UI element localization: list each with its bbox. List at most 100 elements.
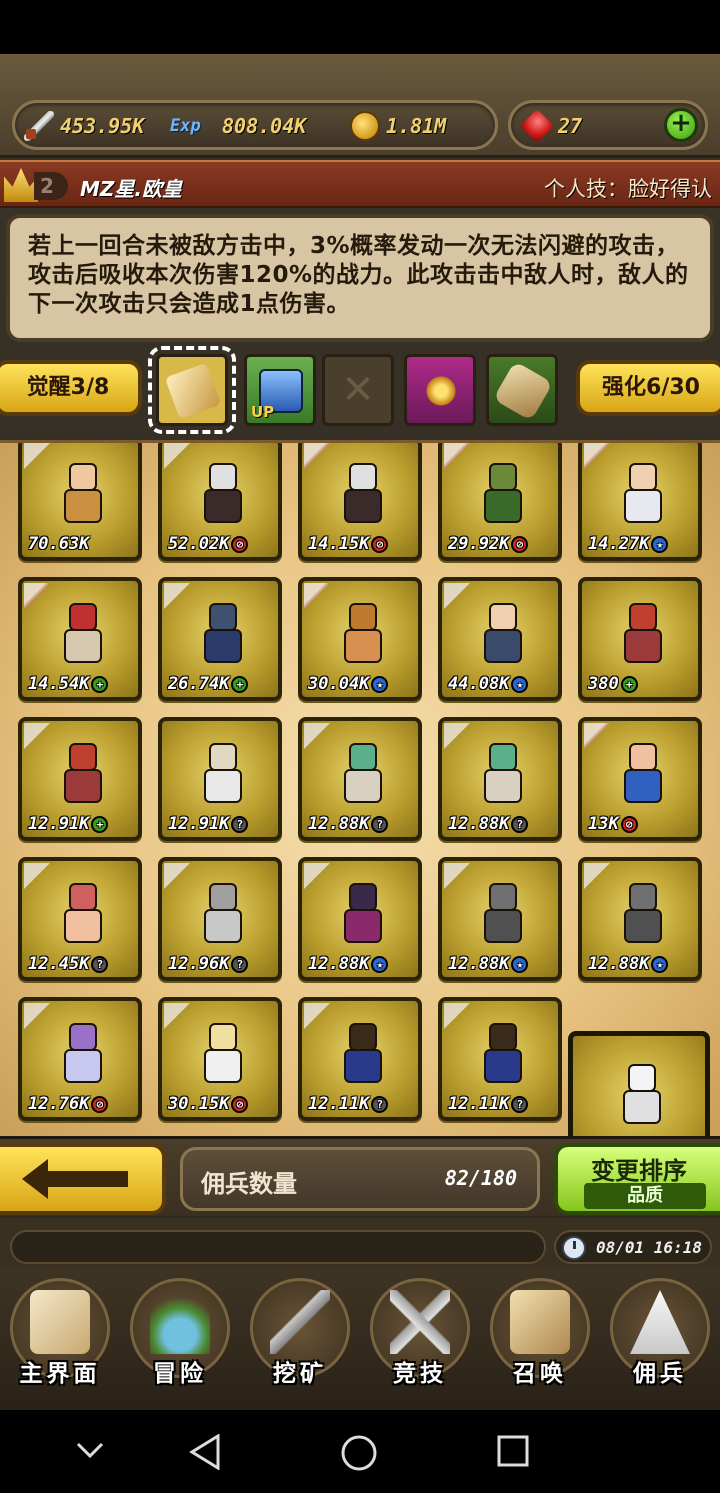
blue-badge-icon: ★ <box>651 535 669 553</box>
change-sort-button[interactable]: 变更排序 品质 <box>554 1143 720 1215</box>
mercenary-portrait <box>60 1023 106 1085</box>
class-corner-icon <box>24 863 50 889</box>
mercenary-power: 380 + <box>588 674 638 694</box>
time-display: 08/01 16:18 <box>554 1230 712 1264</box>
mercenary-card[interactable]: 13K ⊘ <box>578 717 702 841</box>
power-value: 70.63K <box>28 534 90 554</box>
portrait-body <box>344 1049 382 1083</box>
exp-value: 808.04K <box>222 114 307 138</box>
green-badge-icon: + <box>620 675 638 693</box>
skill-description: 若上一回合未被敌方击中，3%概率发动一次无法闪避的攻击，攻击后吸收本次伤害120… <box>28 233 689 317</box>
mercenary-power: 12.91K + <box>28 814 109 834</box>
mercenary-power: 12.76K ⊘ <box>28 1094 109 1114</box>
coin-icon <box>350 111 380 141</box>
portrait-body <box>624 629 662 663</box>
skill-bar: 觉醒3/8 UP ✕ 强化6/30 <box>0 344 720 440</box>
player-name: MZ星.欧皇 <box>80 177 183 201</box>
add-gems-button[interactable]: + <box>664 108 698 142</box>
green-badge-icon: + <box>231 675 249 693</box>
portrait-head <box>349 1023 377 1051</box>
mercenary-card[interactable]: 70.63K <box>18 443 142 561</box>
class-corner-icon <box>584 443 610 469</box>
mercenary-card[interactable]: 30.04K ★ <box>298 577 422 701</box>
portrait-body <box>64 909 102 943</box>
mercenary-card[interactable]: 12.91K + <box>18 717 142 841</box>
mercenary-card[interactable]: 12.88K ★ <box>298 857 422 981</box>
enhance-button[interactable]: 强化6/30 <box>576 360 720 416</box>
skill-slot-1[interactable] <box>148 346 236 434</box>
mercenary-card[interactable]: 11.67K? <box>568 1031 710 1136</box>
class-corner-icon <box>584 863 610 889</box>
recents-nav-icon[interactable] <box>496 1434 530 1468</box>
green-badge-icon: + <box>91 675 109 693</box>
mercenary-card[interactable]: 12.76K ⊘ <box>18 997 142 1121</box>
gray-badge-icon: ? <box>511 1095 529 1113</box>
game-screen: 453.95K Exp 808.04K 1.81M 27 + 2 MZ星.欧皇 … <box>0 54 720 1410</box>
home-nav-icon[interactable] <box>340 1434 378 1472</box>
island-icon <box>150 1290 210 1354</box>
mercenary-portrait <box>480 743 526 805</box>
portrait-head <box>489 1023 517 1051</box>
class-corner-icon <box>164 1003 190 1029</box>
portrait-head <box>69 743 97 771</box>
mercenary-card[interactable]: 14.27K ★ <box>578 443 702 561</box>
mercenary-card[interactable]: 29.92K ⊘ <box>438 443 562 561</box>
nav-item-3[interactable]: 竞技 <box>362 1268 478 1398</box>
mercenary-power: 12.88K? <box>448 814 529 834</box>
mercenary-card[interactable]: 52.02K ⊘ <box>158 443 282 561</box>
power-value: 12.11K <box>448 1094 510 1114</box>
nav-item-0[interactable]: 主界面 <box>2 1268 118 1398</box>
class-corner-icon <box>304 723 330 749</box>
class-corner-icon <box>304 583 330 609</box>
portrait-body <box>344 489 382 523</box>
mercenary-card[interactable]: 12.88K ★ <box>578 857 702 981</box>
mercenary-power: 14.27K ★ <box>588 534 669 554</box>
mercenary-card[interactable]: 12.11K? <box>298 997 422 1121</box>
nav-item-2[interactable]: 挖矿 <box>242 1268 358 1398</box>
mercenary-card[interactable]: 12.45K? <box>18 857 142 981</box>
skill-slot-4[interactable] <box>486 354 558 426</box>
mercenary-power: 12.88K? <box>308 814 389 834</box>
back-button[interactable] <box>0 1143 166 1215</box>
nav-item-4[interactable]: 召唤 <box>482 1268 598 1398</box>
portrait-head <box>489 603 517 631</box>
mercenary-card[interactable]: 14.15K ⊘ <box>298 443 422 561</box>
portrait-head <box>629 603 657 631</box>
mercenary-card[interactable]: 12.11K? <box>438 997 562 1121</box>
nav-label: 冒险 <box>153 1361 207 1387</box>
android-nav-bar <box>0 1410 720 1493</box>
nav-item-1[interactable]: 冒险 <box>122 1268 238 1398</box>
mercenary-card[interactable]: 12.96K? <box>158 857 282 981</box>
portrait-body <box>344 909 382 943</box>
mercenary-card[interactable]: 14.54K + <box>18 577 142 701</box>
awaken-button[interactable]: 觉醒3/8 <box>0 360 142 416</box>
mercenary-card[interactable]: 44.08K ★ <box>438 577 562 701</box>
class-corner-icon <box>164 583 190 609</box>
sword-icon <box>24 111 54 141</box>
skill-slot-empty[interactable]: ✕ <box>322 354 394 426</box>
time-text: 08/01 16:18 <box>596 1238 702 1257</box>
mercenary-portrait <box>480 603 526 665</box>
mercenary-card[interactable]: 12.91K? <box>158 717 282 841</box>
mercenary-card[interactable]: 12.88K? <box>438 717 562 841</box>
mercenary-count-panel: 佣兵数量 82/180 <box>180 1147 540 1211</box>
mercenary-portrait <box>620 743 666 805</box>
gray-badge-icon: ? <box>371 815 389 833</box>
mercenary-card[interactable]: 12.88K? <box>298 717 422 841</box>
mercenary-card[interactable]: 26.74K + <box>158 577 282 701</box>
message-bar: 08/01 16:18 <box>0 1218 720 1268</box>
mercenary-card[interactable]: 30.15K ⊘ <box>158 997 282 1121</box>
mercenary-power: 12.11K? <box>308 1094 389 1114</box>
mercenary-power: 12.91K? <box>168 814 249 834</box>
skill-slot-2[interactable]: UP <box>244 354 316 426</box>
mercenary-power: 29.92K ⊘ <box>448 534 529 554</box>
portrait-head <box>69 603 97 631</box>
hide-keyboard-icon[interactable] <box>74 1434 106 1466</box>
mercenary-power: 13K ⊘ <box>588 814 638 834</box>
mercenary-card[interactable]: 380 + <box>578 577 702 701</box>
mercenary-card[interactable]: 12.88K ★ <box>438 857 562 981</box>
portrait-head <box>628 1064 656 1092</box>
skill-slot-3[interactable] <box>404 354 476 426</box>
nav-item-5[interactable]: 佣兵 <box>602 1268 718 1398</box>
back-nav-icon[interactable] <box>188 1434 224 1470</box>
